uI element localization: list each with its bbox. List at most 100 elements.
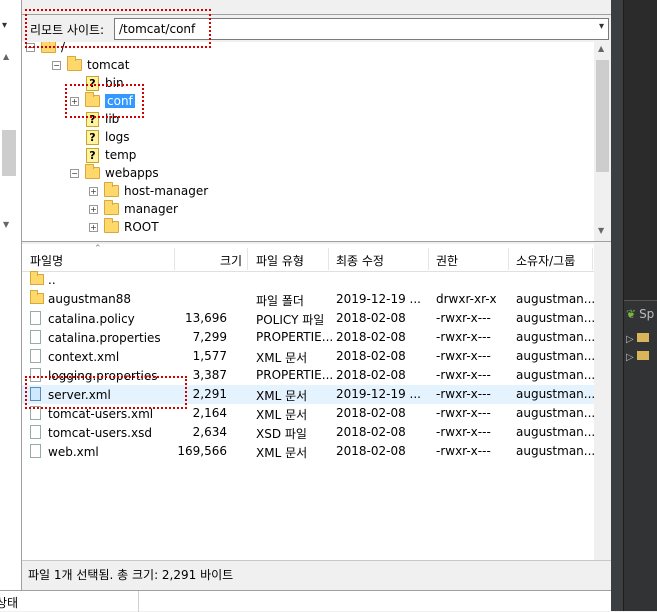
chevron-down-icon[interactable]: ▾ bbox=[599, 21, 604, 32]
file-row[interactable]: server.xml 2,291 XML 문서 2019-12-19 ... -rwxr… bbox=[22, 385, 596, 404]
file-perm: -rwxr-x--- bbox=[436, 444, 491, 458]
file-row[interactable]: tomcat-users.xml 2,164 XML 문서 2018-02-08 -rw… bbox=[22, 404, 595, 423]
collapse-icon[interactable]: − bbox=[70, 168, 79, 178]
tree-item-bin[interactable]: ? bin bbox=[86, 74, 124, 92]
tree-item-root-webapp[interactable]: + ROOT bbox=[89, 218, 159, 236]
file-owner: augustman... bbox=[516, 349, 596, 363]
tree-item-conf[interactable]: + conf bbox=[70, 92, 135, 110]
scroll-down-icon[interactable]: ▼ bbox=[3, 220, 15, 230]
package-icon bbox=[636, 351, 649, 360]
ide-panel-tab[interactable]: ❦ Sp bbox=[626, 307, 654, 321]
file-modified: 2018-02-08 bbox=[336, 368, 406, 382]
ide-tree-item[interactable]: ▷ bbox=[626, 333, 649, 345]
folder-icon bbox=[67, 56, 82, 71]
file-icon bbox=[30, 368, 41, 382]
file-row[interactable]: tomcat-users.xsd 2,634 XSD 파일 2018-02-08 -rw… bbox=[22, 423, 596, 442]
collapse-icon[interactable]: − bbox=[26, 42, 35, 52]
scroll-up-icon[interactable]: ▲ bbox=[598, 44, 604, 53]
file-list-header: 파일명 ⌃ 크기 파일 유형 최종 수정 권한 소유자/그룹 bbox=[22, 244, 611, 272]
tree-item-logs[interactable]: ? logs bbox=[86, 128, 130, 146]
file-row[interactable]: context.xml 1,577 XML 문서 2018-02-08 -rwxr-x-… bbox=[22, 347, 596, 366]
file-list-scrollbar[interactable] bbox=[594, 244, 611, 560]
file-type: 파일 폴더 bbox=[256, 294, 304, 308]
folder-icon bbox=[41, 42, 56, 53]
file-owner: augustman... bbox=[516, 292, 596, 306]
file-modified: 2018-02-08 bbox=[336, 425, 406, 439]
tree-item-temp[interactable]: ? temp bbox=[86, 146, 136, 164]
folder-icon bbox=[30, 290, 44, 304]
tree-item-lib[interactable]: ? lib bbox=[86, 110, 119, 128]
file-owner: augustman... bbox=[516, 425, 596, 439]
local-path-dropdown-icon[interactable]: ▾ bbox=[2, 20, 16, 36]
column-header-type[interactable]: 파일 유형 bbox=[256, 252, 304, 269]
tree-scrollbar[interactable]: ▲ ▼ bbox=[594, 42, 611, 241]
file-icon bbox=[30, 406, 41, 420]
file-modified: 2018-02-08 bbox=[336, 330, 406, 344]
file-perm: -rwxr-x--- bbox=[436, 311, 491, 325]
tree-item-manager[interactable]: + manager bbox=[89, 200, 178, 218]
ide-tree-item[interactable]: ▷ bbox=[626, 351, 649, 363]
file-type: XML 문서 bbox=[256, 408, 308, 422]
tree-item-label: logs bbox=[105, 130, 130, 144]
tree-item-label: tomcat bbox=[87, 58, 130, 72]
scroll-down-icon[interactable]: ▼ bbox=[598, 226, 604, 235]
remote-directory-tree: − / − tomcat ? bin + conf ? lib ? logs ?… bbox=[22, 42, 611, 242]
file-row[interactable]: .. bbox=[22, 271, 594, 290]
local-scrollbar-thumb[interactable] bbox=[2, 130, 16, 176]
folder-icon bbox=[104, 218, 119, 233]
collapse-icon[interactable]: − bbox=[52, 60, 61, 70]
file-row[interactable]: catalina.properties 7,299 PROPERTIE... 2018… bbox=[22, 328, 595, 347]
folder-icon bbox=[104, 182, 119, 197]
folder-icon bbox=[85, 164, 100, 179]
tree-item-host-manager[interactable]: + host-manager bbox=[89, 182, 208, 200]
file-perm: -rwxr-x--- bbox=[436, 406, 491, 420]
expand-icon[interactable]: + bbox=[70, 96, 79, 106]
tree-scrollbar-thumb[interactable] bbox=[596, 60, 609, 172]
tree-item-label: manager bbox=[124, 202, 178, 216]
tree-item-webapps[interactable]: − webapps bbox=[70, 164, 159, 182]
tree-item-root[interactable]: − / bbox=[26, 42, 65, 56]
remote-path-input[interactable]: /tomcat/conf ▾ bbox=[114, 18, 609, 40]
file-owner: augustman... bbox=[516, 387, 596, 401]
sort-ascending-icon: ⌃ bbox=[94, 244, 102, 254]
file-icon bbox=[30, 444, 41, 458]
file-type: POLICY 파일 bbox=[256, 313, 325, 327]
file-perm: -rwxr-x--- bbox=[436, 330, 491, 344]
ide-side-panel: ❦ Sp ▷ ▷ bbox=[624, 300, 657, 611]
tree-item-label: lib bbox=[105, 112, 120, 126]
column-header-size[interactable]: 크기 bbox=[220, 252, 242, 269]
file-name: .. bbox=[48, 273, 56, 287]
file-perm: -rwxr-x--- bbox=[436, 368, 491, 382]
background-ide-window: ❦ Sp ▷ ▷ bbox=[611, 0, 657, 611]
local-panel-edge: ▾ ▲ ▼ bbox=[0, 0, 22, 590]
file-row[interactable]: augustman88 파일 폴더 2019-12-19 ... drwxr-xr-x… bbox=[22, 290, 596, 309]
file-icon bbox=[30, 387, 41, 401]
file-modified: 2018-02-08 bbox=[336, 349, 406, 363]
file-type: PROPERTIE... bbox=[256, 368, 334, 382]
file-modified: 2019-12-19 ... bbox=[336, 292, 421, 306]
file-name: context.xml bbox=[48, 350, 120, 364]
column-header-modified[interactable]: 최종 수정 bbox=[336, 252, 384, 269]
remote-file-list: 파일명 ⌃ 크기 파일 유형 최종 수정 권한 소유자/그룹 .. augustm… bbox=[22, 244, 611, 560]
file-type: XML 문서 bbox=[256, 351, 308, 365]
folder-icon bbox=[104, 200, 119, 215]
scroll-up-icon[interactable]: ▲ bbox=[3, 52, 15, 62]
file-size: 2,164 bbox=[192, 406, 227, 420]
expand-icon[interactable]: + bbox=[89, 222, 98, 232]
tree-item-tomcat[interactable]: − tomcat bbox=[52, 56, 129, 74]
file-row[interactable]: catalina.policy 13,696 POLICY 파일 2018-02-08… bbox=[22, 309, 595, 328]
file-icon bbox=[30, 311, 41, 325]
column-header-filename[interactable]: 파일명 bbox=[30, 252, 63, 269]
expand-icon[interactable]: + bbox=[89, 204, 98, 214]
column-header-permission[interactable]: 권한 bbox=[436, 252, 458, 269]
column-header-owner[interactable]: 소유자/그룹 bbox=[516, 252, 575, 269]
file-size: 13,696 bbox=[185, 311, 227, 325]
file-modified: 2018-02-08 bbox=[336, 444, 406, 458]
file-modified: 2018-02-08 bbox=[336, 406, 406, 420]
folder-icon bbox=[85, 92, 100, 107]
expand-icon[interactable]: + bbox=[89, 186, 98, 196]
bottom-status-strip: 상태 bbox=[0, 590, 611, 612]
file-row[interactable]: web.xml 169,566 XML 문서 2018-02-08 -rwxr-x---… bbox=[22, 442, 595, 461]
file-perm: -rwxr-x--- bbox=[436, 425, 491, 439]
file-row[interactable]: logging.properties 3,387 PROPERTIE... 2018-… bbox=[22, 366, 595, 385]
